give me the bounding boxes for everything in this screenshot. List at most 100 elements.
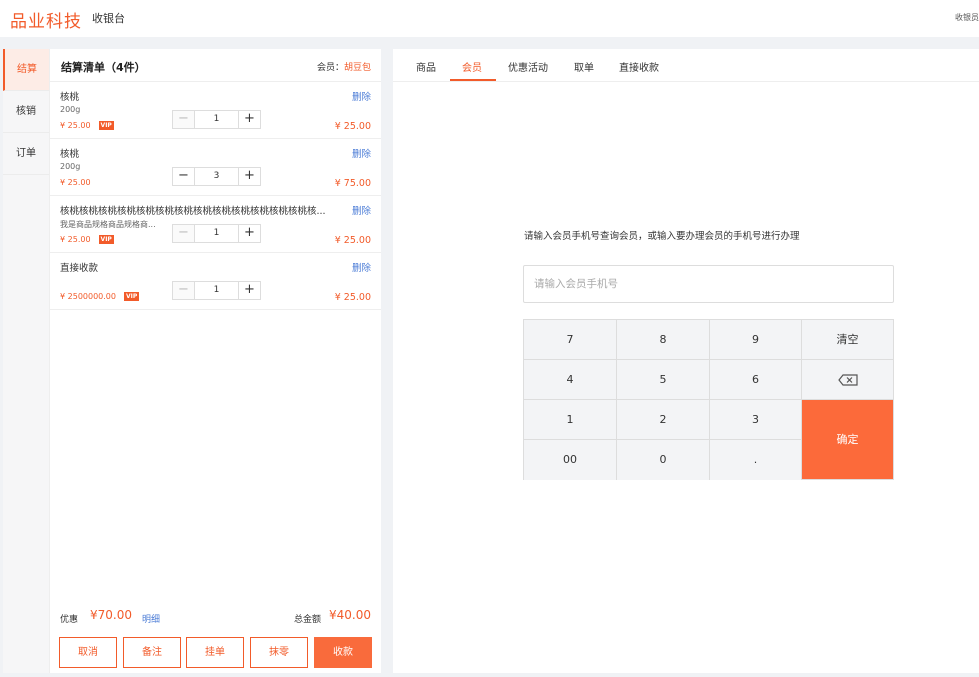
- member-panel: 商品 会员 优惠活动 取单 直接收款 请输入会员手机号查询会员，或输入要办理会员…: [393, 49, 979, 673]
- item-price: ¥ 25.00: [60, 178, 91, 187]
- active-tab-indicator: [450, 79, 496, 81]
- item-name: 直接收款: [60, 263, 99, 274]
- item-spec: 200g: [60, 105, 81, 114]
- cart-footer: 优惠 ¥70.00 明细 总金额 ¥40.00 取消 备注 挂单 抹零 收款: [50, 604, 381, 673]
- item-name: 核桃: [60, 92, 80, 103]
- numeric-keypad: 7 8 9 清空 4 5 6 1 2 3 确定 00 0 .: [523, 319, 894, 480]
- decrease-button[interactable]: −: [173, 225, 195, 242]
- member-phone-input[interactable]: [523, 265, 894, 303]
- key-5[interactable]: 5: [617, 360, 710, 400]
- cart-item: 直接收款 ¥ 2500000.00 VIP 删除 − 1 + ¥ 25.00: [50, 253, 381, 310]
- vip-badge: VIP: [98, 235, 114, 244]
- key-0[interactable]: 0: [617, 440, 710, 480]
- key-9[interactable]: 9: [710, 320, 802, 360]
- quantity-stepper: − 1 +: [172, 224, 261, 243]
- top-bar: 品业科技 收银台 收银员: [0, 0, 979, 37]
- vip-badge: VIP: [123, 292, 140, 301]
- item-subtotal: ¥ 75.00: [334, 178, 371, 189]
- quantity-value[interactable]: 1: [195, 282, 238, 299]
- backspace-icon: [837, 373, 858, 386]
- quantity-value[interactable]: 1: [195, 225, 238, 242]
- item-price: ¥ 2500000.00 VIP: [60, 292, 140, 301]
- increase-button[interactable]: +: [238, 282, 260, 299]
- key-4[interactable]: 4: [524, 360, 617, 400]
- item-subtotal: ¥ 25.00: [334, 121, 371, 132]
- side-tabs: 结算 核销 订单: [3, 49, 50, 673]
- function-tabs: 商品 会员 优惠活动 取单 直接收款: [393, 49, 979, 82]
- action-buttons: 取消 备注 挂单 抹零 收款: [59, 637, 373, 668]
- item-unit-price: ¥ 2500000.00: [60, 292, 116, 301]
- increase-button[interactable]: +: [238, 225, 260, 242]
- increase-button[interactable]: +: [238, 168, 260, 185]
- item-price: ¥ 25.00 VIP: [60, 235, 114, 244]
- cancel-button[interactable]: 取消: [59, 637, 117, 668]
- quantity-value[interactable]: 1: [195, 111, 238, 128]
- item-delete-link[interactable]: 删除: [352, 203, 371, 217]
- note-button[interactable]: 备注: [123, 637, 181, 668]
- item-subtotal: ¥ 25.00: [334, 292, 371, 303]
- quantity-value[interactable]: 3: [195, 168, 238, 185]
- confirm-key[interactable]: 确定: [802, 400, 893, 479]
- member-info: 会员：胡豆包: [317, 60, 371, 73]
- decrease-button[interactable]: −: [173, 168, 195, 185]
- collect-payment-button[interactable]: 收款: [314, 637, 372, 668]
- tab-promotions[interactable]: 优惠活动: [508, 59, 548, 74]
- item-name: 核桃: [60, 149, 80, 160]
- discount-value: ¥70.00: [90, 608, 132, 622]
- quantity-stepper: − 1 +: [172, 281, 261, 300]
- clear-key[interactable]: 清空: [802, 320, 893, 360]
- key-1[interactable]: 1: [524, 400, 617, 440]
- tab-goods[interactable]: 商品: [416, 59, 436, 74]
- side-tab-orders[interactable]: 订单: [3, 133, 49, 175]
- increase-button[interactable]: +: [238, 111, 260, 128]
- nav-cashier-desk[interactable]: 收银台: [92, 10, 125, 26]
- item-delete-link[interactable]: 删除: [352, 89, 371, 103]
- member-label: 会员：: [316, 63, 344, 73]
- item-unit-price: ¥ 25.00: [60, 121, 91, 130]
- discount-label: 优惠: [60, 615, 79, 625]
- vip-badge: VIP: [98, 121, 114, 130]
- side-tab-verify[interactable]: 核销: [3, 91, 49, 133]
- item-unit-price: ¥ 25.00: [60, 235, 91, 244]
- cart-title: 结算清单（4件）: [61, 61, 146, 74]
- item-delete-link[interactable]: 删除: [352, 260, 371, 274]
- tab-retrieve-order[interactable]: 取单: [574, 59, 594, 74]
- brand-logo: 品业科技: [10, 12, 82, 32]
- item-spec: 我是商品规格商品规格商...: [60, 220, 156, 229]
- key-00[interactable]: 00: [524, 440, 617, 480]
- cart-item: 核桃核桃核桃核桃核桃核桃核桃核桃核桃核桃核桃核桃核桃核... 我是商品规格商品规…: [50, 196, 381, 253]
- key-7[interactable]: 7: [524, 320, 617, 360]
- cashier-user[interactable]: 收银员: [955, 12, 979, 23]
- hold-order-button[interactable]: 挂单: [186, 637, 244, 668]
- decrease-button[interactable]: −: [173, 282, 195, 299]
- item-unit-price: ¥ 25.00: [60, 178, 91, 187]
- item-delete-link[interactable]: 删除: [352, 146, 371, 160]
- tab-direct-payment[interactable]: 直接收款: [619, 59, 659, 74]
- key-3[interactable]: 3: [710, 400, 802, 440]
- cart-header: 结算清单（4件） 会员：胡豆包: [50, 49, 381, 82]
- key-dot[interactable]: .: [710, 440, 802, 480]
- checkout-panel: 结算 核销 订单 结算清单（4件） 会员：胡豆包 核桃 200g ¥ 25.00…: [3, 49, 381, 673]
- total-label: 总金额: [293, 615, 321, 625]
- tab-member[interactable]: 会员: [462, 59, 482, 74]
- round-off-button[interactable]: 抹零: [250, 637, 308, 668]
- cart-item: 核桃 200g ¥ 25.00 VIP 删除 − 1 + ¥ 25.00: [50, 82, 381, 139]
- item-price: ¥ 25.00 VIP: [60, 121, 114, 130]
- side-tab-checkout[interactable]: 结算: [3, 49, 49, 91]
- discount-detail-link[interactable]: 明细: [142, 612, 160, 625]
- member-hint: 请输入会员手机号查询会员，或输入要办理会员的手机号进行办理: [524, 231, 800, 242]
- quantity-stepper: − 1 +: [172, 110, 261, 129]
- key-2[interactable]: 2: [617, 400, 710, 440]
- member-name[interactable]: 胡豆包: [344, 63, 371, 73]
- quantity-stepper: − 3 +: [172, 167, 261, 186]
- cart: 结算清单（4件） 会员：胡豆包 核桃 200g ¥ 25.00 VIP 删除 − …: [50, 49, 381, 673]
- item-spec: 200g: [60, 162, 81, 171]
- cart-item-list: 核桃 200g ¥ 25.00 VIP 删除 − 1 + ¥ 25.00 核桃 2…: [50, 82, 381, 310]
- key-8[interactable]: 8: [617, 320, 710, 360]
- item-name: 核桃核桃核桃核桃核桃核桃核桃核桃核桃核桃核桃核桃核桃核...: [60, 206, 326, 217]
- key-6[interactable]: 6: [710, 360, 802, 400]
- decrease-button[interactable]: −: [173, 111, 195, 128]
- backspace-key[interactable]: [802, 360, 893, 400]
- total-value: ¥40.00: [329, 608, 371, 622]
- cart-item: 核桃 200g ¥ 25.00 删除 − 3 + ¥ 75.00: [50, 139, 381, 196]
